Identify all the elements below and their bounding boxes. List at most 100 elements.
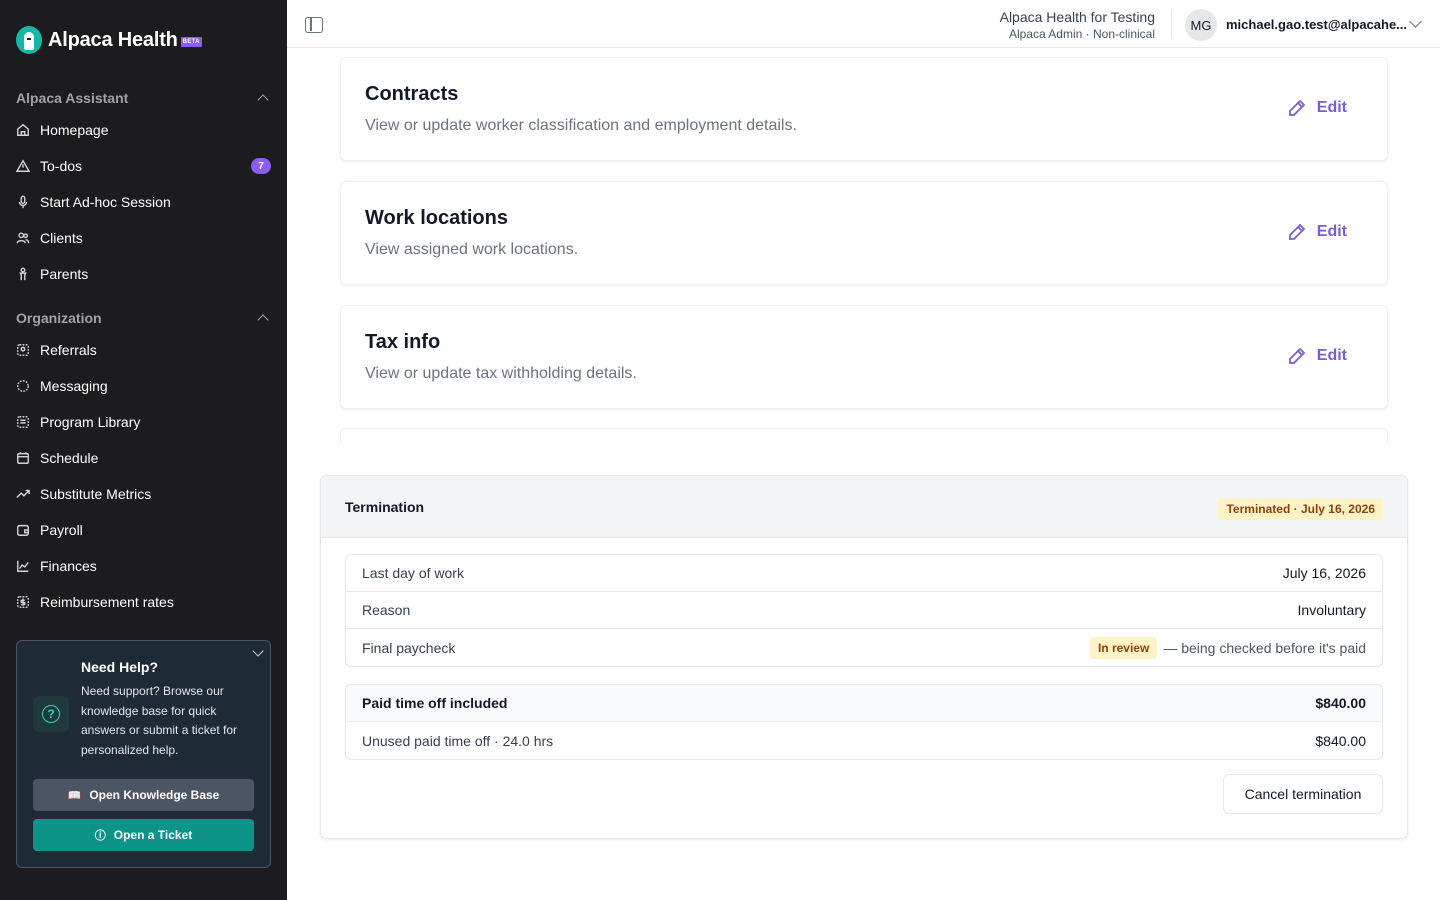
- sidebar-item-substitute-metrics[interactable]: Substitute Metrics: [16, 482, 271, 506]
- sidebar-item-todos[interactable]: To-dos 7: [16, 154, 271, 178]
- sidebar-item-program-library[interactable]: Program Library: [16, 410, 271, 434]
- sidebar-item-label: Finances: [40, 558, 97, 574]
- avatar[interactable]: MG: [1185, 9, 1217, 41]
- row-value: $840.00: [1315, 732, 1366, 749]
- message-icon: [16, 379, 30, 393]
- users-icon: [16, 231, 30, 245]
- section-organization[interactable]: Organization: [16, 308, 271, 328]
- table-row: Reason Involuntary: [346, 592, 1382, 629]
- sidebar-item-schedule[interactable]: Schedule: [16, 446, 271, 470]
- table-row: Final paycheck In review — being checked…: [346, 629, 1382, 666]
- card-title: Tax info: [365, 331, 441, 353]
- card-description: View or update tax withholding details.: [365, 365, 637, 382]
- cancel-termination-button[interactable]: Cancel termination: [1223, 774, 1383, 814]
- sidebar-item-referrals[interactable]: Referrals: [16, 338, 271, 362]
- sidebar-item-label: Schedule: [40, 450, 99, 466]
- card-description: View assigned work locations.: [365, 241, 579, 258]
- user-email[interactable]: michael.gao.test@alpacahe...: [1226, 17, 1407, 32]
- sidebar-item-label: Parents: [40, 266, 89, 282]
- row-label: Unused paid time off · 24.0 hrs: [362, 732, 554, 749]
- sidebar-item-label: Referrals: [40, 342, 97, 358]
- card-description: View or update worker classification and…: [365, 117, 797, 134]
- in-review-badge: In review: [1089, 636, 1158, 659]
- org-role: Alpaca Admin · Non-clinical: [1008, 27, 1155, 41]
- card-partial: [340, 428, 1388, 444]
- org-name: Alpaca Health for Testing: [999, 9, 1155, 25]
- help-title: Need Help?: [81, 659, 159, 675]
- edit-label: Edit: [1316, 223, 1347, 240]
- chevron-down-icon[interactable]: [1409, 15, 1422, 28]
- chevron-down-icon[interactable]: [252, 645, 264, 657]
- section-label: Organization: [16, 310, 102, 326]
- sidebar-item-label: Substitute Metrics: [40, 486, 152, 502]
- library-icon: [16, 415, 30, 429]
- top-bar: Alpaca Health for Testing Alpaca Admin ·…: [287, 0, 1440, 48]
- row-value: July 16, 2026: [1282, 565, 1366, 581]
- divider: [1171, 10, 1172, 38]
- row-value: In review — being checked before it's pa…: [1089, 636, 1366, 659]
- row-value: $840.00: [1315, 695, 1366, 711]
- brand[interactable]: Alpaca Health BETA: [16, 26, 202, 54]
- sidebar-item-label: Clients: [40, 230, 83, 246]
- beta-badge: BETA: [180, 37, 202, 47]
- table-row: Last day of work July 16, 2026: [346, 555, 1382, 592]
- sidebar-item-label: Reimbursement rates: [40, 594, 174, 610]
- sidebar-item-homepage[interactable]: Homepage: [16, 118, 271, 142]
- pencil-icon: [1288, 223, 1306, 240]
- termination-title: Termination: [345, 499, 425, 515]
- microphone-icon: [16, 195, 30, 209]
- termination-status-badge: Terminated · July 16, 2026: [1218, 498, 1383, 520]
- referral-icon: [16, 343, 30, 357]
- sidebar-item-parents[interactable]: Parents: [16, 262, 271, 286]
- sidebar-item-clients[interactable]: Clients: [16, 226, 271, 250]
- trend-icon: [16, 487, 30, 501]
- sidebar: Alpaca Health BETA Alpaca Assistant Home…: [0, 0, 287, 900]
- sidebar-item-payroll[interactable]: Payroll: [16, 518, 271, 542]
- help-card: ? Need Help? Need support? Browse our kn…: [16, 640, 271, 868]
- chevron-up-icon: [257, 314, 269, 326]
- edit-tax-info-button[interactable]: Edit: [1287, 346, 1347, 366]
- sidebar-item-label: Messaging: [40, 378, 108, 394]
- sidebar-item-label: To-dos: [40, 158, 83, 174]
- section-label: Alpaca Assistant: [16, 90, 129, 106]
- open-knowledge-base-button[interactable]: 📖 Open Knowledge Base: [33, 779, 254, 811]
- card-title: Contracts: [365, 83, 459, 105]
- sidebar-item-messaging[interactable]: Messaging: [16, 374, 271, 398]
- paycheck-note: — being checked before it's paid: [1163, 639, 1366, 656]
- dollar-icon: [16, 595, 30, 609]
- sidebar-item-start-adhoc-session[interactable]: Start Ad-hoc Session: [16, 190, 271, 214]
- card-tax-info: Tax info View or update tax withholding …: [340, 305, 1388, 409]
- edit-contracts-button[interactable]: Edit: [1287, 98, 1347, 118]
- parent-icon: [16, 267, 30, 281]
- home-icon: [16, 123, 30, 137]
- help-text: Need support? Browse our knowledge base …: [81, 684, 238, 757]
- edit-label: Edit: [1316, 99, 1347, 116]
- help-icon: ⓘ: [94, 830, 106, 842]
- card-contracts: Contracts View or update worker classifi…: [340, 57, 1388, 161]
- open-ticket-button[interactable]: ⓘ Open a Ticket: [33, 819, 254, 851]
- todos-count-badge: 7: [251, 158, 271, 174]
- button-label: Open Knowledge Base: [89, 788, 220, 802]
- edit-work-locations-button[interactable]: Edit: [1287, 222, 1347, 242]
- brand-name: Alpaca Health: [48, 28, 178, 51]
- chart-icon: [16, 559, 30, 573]
- sidebar-toggle-icon[interactable]: [305, 17, 323, 33]
- row-label: Last day of work: [362, 565, 464, 581]
- sidebar-item-reimbursement-rates[interactable]: Reimbursement rates: [16, 590, 271, 614]
- help-circle-icon: ?: [33, 696, 69, 732]
- book-icon: 📖: [67, 789, 82, 802]
- org-info: Alpaca Health for Testing Alpaca Admin ·…: [1000, 9, 1155, 41]
- sidebar-item-label: Program Library: [40, 414, 141, 430]
- termination-details-table: Last day of work July 16, 2026 Reason In…: [345, 554, 1383, 667]
- table-row: Unused paid time off · 24.0 hrs $840.00: [346, 722, 1382, 759]
- card-title: Work locations: [365, 207, 508, 229]
- alert-triangle-icon: [16, 159, 30, 173]
- sidebar-item-label: Start Ad-hoc Session: [40, 194, 171, 210]
- row-label: Reason: [362, 602, 411, 618]
- sidebar-item-label: Homepage: [40, 122, 109, 138]
- pencil-icon: [1288, 347, 1306, 364]
- alpaca-logo-icon: [16, 26, 42, 54]
- pencil-icon: [1288, 99, 1306, 116]
- section-alpaca-assistant[interactable]: Alpaca Assistant: [16, 88, 271, 108]
- sidebar-item-finances[interactable]: Finances: [16, 554, 271, 578]
